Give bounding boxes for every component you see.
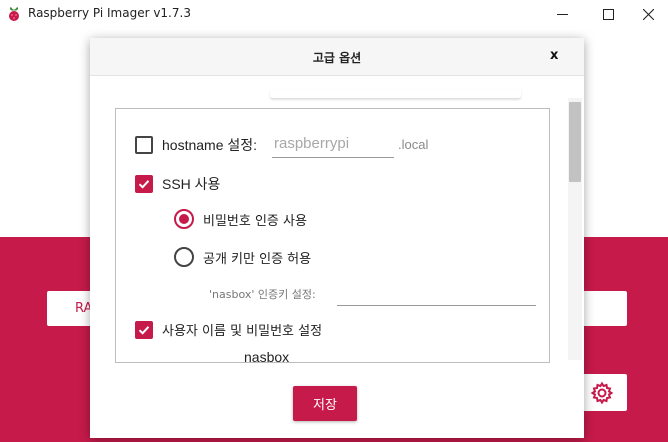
- hostname-checkbox[interactable]: [135, 136, 153, 154]
- hostname-input[interactable]: [272, 129, 394, 158]
- save-button[interactable]: 저장: [293, 386, 357, 421]
- hostname-suffix: .local: [398, 137, 429, 152]
- authorized-key-input[interactable]: [337, 283, 536, 306]
- ssh-label: SSH 사용: [162, 176, 221, 192]
- password-auth-label: 비밀번호 인증 사용: [203, 213, 307, 229]
- dialog-title: 고급 옵션: [312, 51, 362, 65]
- dialog-close-button[interactable]: x: [550, 48, 558, 63]
- gear-icon: [590, 381, 613, 404]
- pubkey-auth-label: 공개 키만 인증 허용: [203, 251, 312, 267]
- maximize-icon: [602, 8, 614, 20]
- app-title: Raspberry Pi Imager v1.7.3: [28, 6, 191, 20]
- minimize-icon: [556, 13, 568, 15]
- minimize-button[interactable]: [540, 0, 584, 28]
- user-label: 사용자 이름 및 비밀번호 설정: [162, 324, 323, 339]
- title-bar: Raspberry Pi Imager v1.7.3: [0, 0, 668, 28]
- dialog-header: 고급 옵션 x: [90, 38, 584, 76]
- pubkey-auth-row: 공개 키만 인증 허용: [174, 247, 311, 267]
- hostname-label: hostname 설정:: [162, 137, 258, 153]
- choose-os-button[interactable]: RA: [47, 291, 93, 326]
- maximize-button[interactable]: [586, 0, 630, 28]
- close-window-button[interactable]: [626, 0, 668, 28]
- write-button[interactable]: [580, 291, 627, 326]
- checkmark-icon: [138, 180, 150, 189]
- scrollbar-thumb[interactable]: [569, 102, 581, 182]
- close-icon: [642, 8, 654, 20]
- advanced-options-dialog: 고급 옵션 x hostname 설정: .local SSH 사용 비밀번호 …: [90, 38, 584, 438]
- options-scrollbar[interactable]: [568, 98, 582, 360]
- raspberry-icon: [9, 7, 19, 21]
- hostname-row: hostname 설정:: [135, 135, 257, 155]
- previous-field-peek: [270, 90, 521, 99]
- ssh-row: SSH 사용: [135, 174, 220, 194]
- authorized-key-label: 'nasbox' 인증키 설정:: [209, 288, 316, 301]
- user-row: 사용자 이름 및 비밀번호 설정: [135, 320, 322, 339]
- ssh-checkbox[interactable]: [135, 175, 153, 193]
- options-scroll-area[interactable]: hostname 설정: .local SSH 사용 비밀번호 인증 사용 공개…: [115, 108, 550, 363]
- pubkey-auth-radio[interactable]: [174, 247, 194, 267]
- password-auth-radio[interactable]: [174, 209, 194, 229]
- username-value-peek: nasbox: [244, 349, 290, 363]
- user-checkbox[interactable]: [135, 320, 153, 339]
- password-auth-row: 비밀번호 인증 사용: [174, 209, 307, 229]
- checkmark-icon: [138, 325, 150, 335]
